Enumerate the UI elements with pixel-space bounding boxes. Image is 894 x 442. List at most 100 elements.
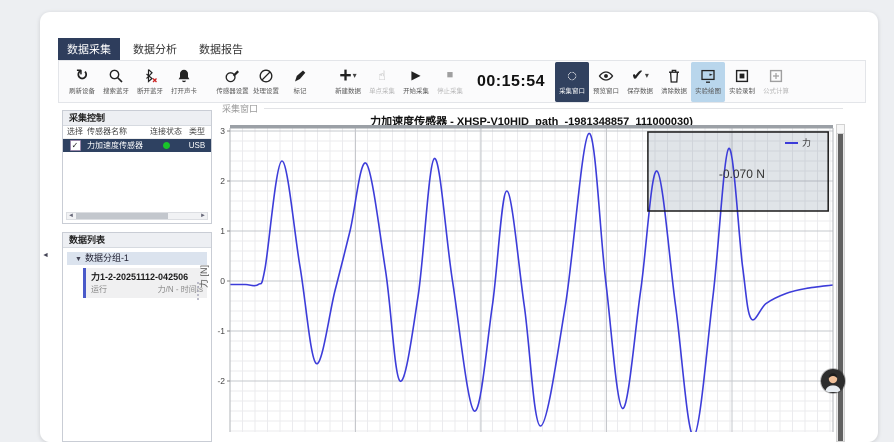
data-list-panel: 数据列表 ▼数据分组-1 力1-2-20251112-042506 运行 力/N…	[62, 232, 212, 442]
clear-data-button[interactable]: 清除数据	[657, 62, 691, 102]
data-group-label: 数据分组-1	[85, 253, 129, 263]
sidebar-collapse-icon[interactable]: ◄	[42, 252, 49, 259]
main-tabs: 数据采集 数据分析 数据报告	[58, 38, 252, 60]
sensor-name: 力加速度传感器	[87, 139, 147, 152]
flag-icon	[292, 67, 308, 84]
sensor-table-header: 选择 传感器名称 连接状态 类型	[63, 126, 211, 139]
record-icon	[734, 67, 750, 84]
single-sample-label: 单点采集	[369, 86, 395, 95]
experiment-draw-label: 实验绘图	[695, 86, 721, 95]
tab-data-collect[interactable]: 数据采集	[58, 38, 120, 60]
col-select: 选择	[63, 126, 87, 138]
disconnect-bluetooth-button[interactable]: 断开蓝牙	[133, 62, 167, 102]
sensor-settings-label: 传感器设置	[216, 86, 248, 95]
tab-data-report[interactable]: 数据报告	[190, 38, 252, 60]
start-collect-label: 开始采集	[403, 86, 429, 95]
table-row[interactable]: ✓ 力加速度传感器 USB	[63, 139, 211, 152]
disconnect-bluetooth-label: 断开蓝牙	[137, 86, 163, 95]
preview-window-label: 预览窗口	[593, 86, 619, 95]
toolbar-left-group: ↻ 刷新设备搜索蓝牙断开蓝牙打开声卡 传感器设置处理设置 标记 +▾ 新建数据 ☝ 单点采集 ▶…	[65, 61, 467, 102]
start-collect-button[interactable]: ▶ 开始采集	[399, 62, 433, 102]
formula-icon	[768, 67, 784, 84]
annotation-label: -0.070 N	[719, 167, 765, 181]
tab-data-analysis[interactable]: 数据分析	[124, 38, 186, 60]
collect-control-title: 采集控制	[63, 111, 211, 126]
assistant-avatar-button[interactable]	[821, 369, 845, 393]
collapse-triangle-icon[interactable]: ▼	[75, 256, 82, 263]
search-icon	[108, 67, 124, 84]
list-item[interactable]: 力1-2-20251112-042506 运行 力/N - 时间/s	[83, 268, 207, 298]
refresh-icon: ↻	[76, 67, 89, 84]
scroll-left-icon[interactable]: ◄	[67, 213, 75, 219]
status-dot	[163, 142, 170, 149]
pencil-circle-icon	[224, 67, 240, 84]
bell-icon	[176, 67, 192, 84]
dropdown-caret-icon[interactable]: ▾	[645, 67, 649, 84]
collect-timer: 00:15:54	[477, 73, 545, 91]
svg-text:0: 0	[220, 276, 225, 286]
open-soundcard-label: 打开声卡	[171, 86, 197, 95]
dropdown-caret-icon[interactable]: ▾	[353, 68, 357, 83]
toolbar-right-group: ◌ 采集窗口预览窗口 ✔▾ 保存数据清除数据实验绘图实验录制公式计算	[555, 61, 793, 102]
marker-button[interactable]: 标记	[283, 62, 317, 102]
person-icon	[821, 369, 845, 393]
collect-control-panel: 采集控制 选择 传感器名称 连接状态 类型 ✓ 力加速度传感器 USB ◄ ►	[62, 110, 212, 224]
hand-icon: ☝	[378, 67, 386, 84]
svg-text:-2: -2	[217, 376, 225, 386]
horizontal-scrollbar[interactable]: ◄ ►	[66, 212, 208, 220]
process-settings-button[interactable]: 处理设置	[249, 62, 283, 102]
trash-icon	[666, 67, 682, 84]
check-icon: ✔▾	[631, 67, 649, 84]
collect-window-button[interactable]: ◌ 采集窗口	[555, 62, 589, 102]
board-icon	[700, 67, 716, 84]
marker-label: 标记	[294, 86, 307, 95]
search-bluetooth-button[interactable]: 搜索蓝牙	[99, 62, 133, 102]
y-axis-ticks: 3 2 1 0 -1 -2	[217, 126, 230, 386]
single-sample-button: ☝ 单点采集	[365, 62, 399, 102]
collect-window-label: 采集窗口	[559, 86, 585, 95]
dataset-status: 运行	[91, 284, 107, 295]
experiment-record-button[interactable]: 实验录制	[725, 62, 759, 102]
eye-icon	[598, 67, 614, 84]
col-sensor-name: 传感器名称	[87, 126, 147, 138]
scroll-up-button[interactable]	[837, 125, 844, 134]
experiment-draw-button[interactable]: 实验绘图	[691, 62, 725, 102]
formula-calc-label: 公式计算	[763, 86, 789, 95]
stop-icon: ■	[447, 67, 454, 84]
svg-text:-1: -1	[217, 326, 225, 336]
vertical-scrollbar[interactable]	[836, 124, 845, 442]
svg-text:2: 2	[220, 176, 225, 186]
data-group-header[interactable]: ▼数据分组-1	[67, 252, 207, 265]
open-soundcard-button[interactable]: 打开声卡	[167, 62, 201, 102]
data-list-title: 数据列表	[63, 233, 211, 248]
plus-icon: +▾	[339, 67, 356, 84]
svg-text:3: 3	[220, 126, 225, 136]
refresh-device-button[interactable]: ↻ 刷新设备	[65, 62, 99, 102]
svg-text:力: 力	[802, 137, 811, 148]
experiment-record-label: 实验录制	[729, 86, 755, 95]
formula-calc-button: 公式计算	[759, 62, 793, 102]
col-conn-status: 连接状态	[147, 126, 185, 138]
svg-text:1: 1	[220, 226, 225, 236]
sensor-checkbox[interactable]: ✓	[70, 140, 81, 151]
app-window: 数据采集 数据分析 数据报告 ↻ 刷新设备搜索蓝牙断开蓝牙打开声卡 传感器设置处理设…	[40, 12, 878, 442]
dashed-circle-icon: ◌	[567, 67, 577, 84]
save-data-button[interactable]: ✔▾ 保存数据	[623, 62, 657, 102]
play-icon: ▶	[411, 67, 420, 84]
stop-collect-label: 停止采集	[437, 86, 463, 95]
new-data-label: 新建数据	[335, 86, 361, 95]
vscroll-thumb[interactable]	[838, 134, 843, 441]
sensor-settings-button[interactable]: 传感器设置	[215, 62, 249, 102]
scroll-thumb[interactable]	[76, 213, 168, 219]
process-settings-label: 处理设置	[253, 86, 279, 95]
preview-window-button[interactable]: 预览窗口	[589, 62, 623, 102]
stop-collect-button: ■ 停止采集	[433, 62, 467, 102]
chart-canvas[interactable]: -0.070 N 力 3 2 1 0 -1 -2	[205, 120, 837, 432]
dataset-name: 力1-2-20251112-042506	[91, 270, 203, 283]
bluetooth-off-icon	[142, 67, 158, 84]
slash-circle-icon	[258, 67, 274, 84]
new-data-button[interactable]: +▾ 新建数据	[331, 62, 365, 102]
groupbox-rule	[264, 108, 843, 109]
refresh-device-label: 刷新设备	[69, 86, 95, 95]
save-data-label: 保存数据	[627, 86, 653, 95]
